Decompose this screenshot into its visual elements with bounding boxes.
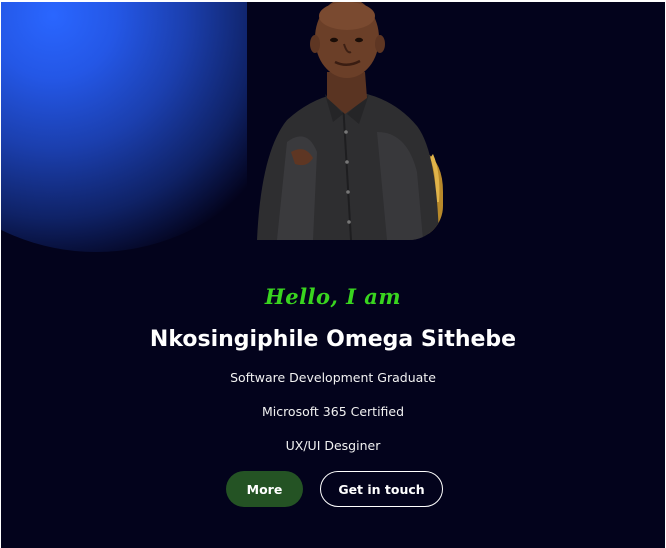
role-software-development: Software Development Graduate (230, 370, 436, 385)
get-in-touch-button[interactable]: Get in touch (320, 471, 443, 507)
profile-photo (247, 2, 443, 240)
more-button[interactable]: More (226, 471, 303, 507)
role-microsoft-certified: Microsoft 365 Certified (261, 404, 405, 419)
hero-section: Hello, I am Nkosingiphile Omega Sithebe … (1, 2, 665, 548)
greeting-text: Hello, I am (264, 284, 402, 309)
role-ux-ui-designer: UX/UI Desginer (285, 438, 381, 453)
person-name: Nkosingiphile Omega Sithebe (149, 327, 517, 352)
